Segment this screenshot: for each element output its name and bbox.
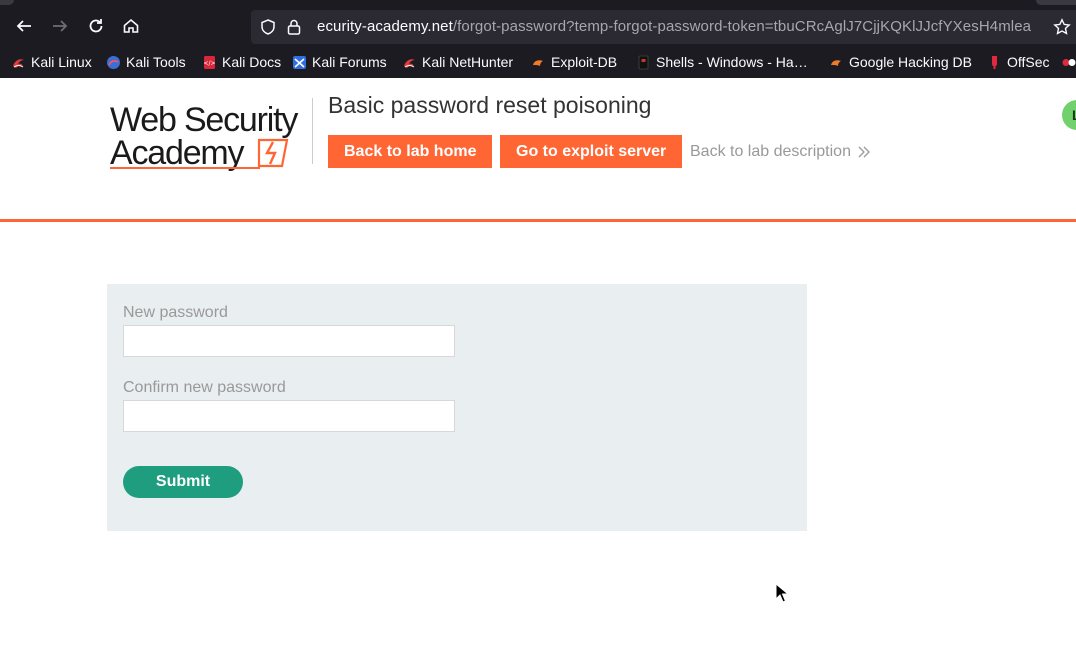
offsec-icon xyxy=(992,55,997,69)
logo-mark-bolt xyxy=(264,141,277,165)
kali-tools-icon xyxy=(107,55,120,69)
address-bar[interactable]: ecurity-academy.net/forgot-password?temp… xyxy=(251,10,1076,44)
bookmark-label: Shells - Windows - Ha… xyxy=(656,54,808,70)
bookmark-label: Kali Docs xyxy=(222,54,282,70)
header-divider xyxy=(312,98,313,164)
back-button[interactable] xyxy=(10,12,38,40)
bookmark-exploit-db[interactable]: Exploit-DB xyxy=(531,50,617,74)
kali-dragon-icon xyxy=(13,58,24,68)
lab-header: Web Security Academy Basic password rese… xyxy=(0,78,1076,221)
kali-docs-icon: </> xyxy=(203,55,216,69)
tab-stub-left[interactable] xyxy=(0,0,14,5)
ghdb-icon xyxy=(831,59,841,66)
bookmark-label: Exploit-DB xyxy=(551,54,618,70)
double-chevron-right-icon xyxy=(858,146,870,157)
lab-description-label: Back to lab description xyxy=(690,143,851,160)
shells-icon xyxy=(638,55,649,69)
bookmark-label: Google Hacking DB xyxy=(849,54,972,70)
mouse-pointer-icon xyxy=(775,583,789,603)
home-button[interactable] xyxy=(117,12,145,40)
go-to-exploit-server-button[interactable]: Go to exploit server xyxy=(500,135,683,168)
url-path: /forgot-password?temp-forgot-password-to… xyxy=(452,18,1032,35)
new-password-input[interactable] xyxy=(123,325,455,357)
bookmark-label: Kali NetHunter xyxy=(422,54,514,70)
bookmark-label: Kali Linux xyxy=(31,54,92,70)
bookmarks-toolbar: Kali Linux Kali Tools </> Kali Docs Kali… xyxy=(0,50,1076,74)
submit-button[interactable]: Submit xyxy=(123,466,243,498)
bookmark-kali-linux[interactable]: Kali Linux xyxy=(11,50,92,74)
web-security-academy-logo[interactable]: Web Security Academy xyxy=(110,100,310,172)
bookmark-overflow[interactable] xyxy=(1061,50,1076,74)
bookmark-overflow-icon xyxy=(1062,58,1076,66)
kali-forums-icon xyxy=(293,55,306,69)
lab-status-badge: L xyxy=(1062,100,1076,130)
bookmark-star-icon[interactable] xyxy=(1053,18,1071,36)
home-icon xyxy=(123,18,139,33)
browser-chrome: ecurity-academy.net/forgot-password?temp… xyxy=(0,0,1076,78)
tab-strip xyxy=(0,0,1076,6)
arrow-right-icon xyxy=(53,20,68,32)
bookmark-kali-forums[interactable]: Kali Forums xyxy=(292,50,387,74)
forward-button[interactable] xyxy=(46,12,74,40)
url-text[interactable]: ecurity-academy.net/forgot-password?temp… xyxy=(317,10,1031,44)
exploit-db-icon xyxy=(533,59,543,66)
confirm-password-label: Confirm new password xyxy=(123,379,286,396)
bookmark-label: OffSec xyxy=(1007,54,1050,70)
svg-text:</>: </> xyxy=(203,60,215,67)
new-password-label: New password xyxy=(123,304,228,321)
back-to-lab-home-button[interactable]: Back to lab home xyxy=(328,135,493,168)
tab-stub-right[interactable] xyxy=(1036,0,1076,5)
bookmark-shells-windows[interactable]: Shells - Windows - Ha… xyxy=(636,50,808,74)
confirm-password-input[interactable] xyxy=(123,400,455,432)
header-orange-rule xyxy=(0,219,1076,222)
lock-icon[interactable] xyxy=(286,18,302,36)
bookmark-label: Kali Forums xyxy=(312,54,387,70)
kali-nethunter-icon xyxy=(404,58,415,68)
bookmark-kali-nethunter[interactable]: Kali NetHunter xyxy=(402,50,513,74)
reload-button[interactable] xyxy=(82,12,110,40)
bookmark-kali-docs[interactable]: </> Kali Docs xyxy=(202,50,281,74)
shield-icon[interactable] xyxy=(259,18,277,36)
arrow-left-icon xyxy=(16,20,31,32)
bookmark-label: Kali Tools xyxy=(126,54,186,70)
url-host: ecurity-academy.net xyxy=(317,18,453,35)
lab-title: Basic password reset poisoning xyxy=(328,92,652,118)
bookmark-offsec[interactable]: OffSec xyxy=(987,50,1050,74)
logo-line2: Academy xyxy=(110,134,245,172)
reload-icon xyxy=(89,19,103,33)
bookmark-kali-tools[interactable]: Kali Tools xyxy=(106,50,186,74)
back-to-lab-description-link[interactable]: Back to lab description xyxy=(690,135,871,168)
bookmark-google-hacking-db[interactable]: Google Hacking DB xyxy=(829,50,972,74)
reset-password-form: New password Confirm new password Submit xyxy=(107,284,807,531)
